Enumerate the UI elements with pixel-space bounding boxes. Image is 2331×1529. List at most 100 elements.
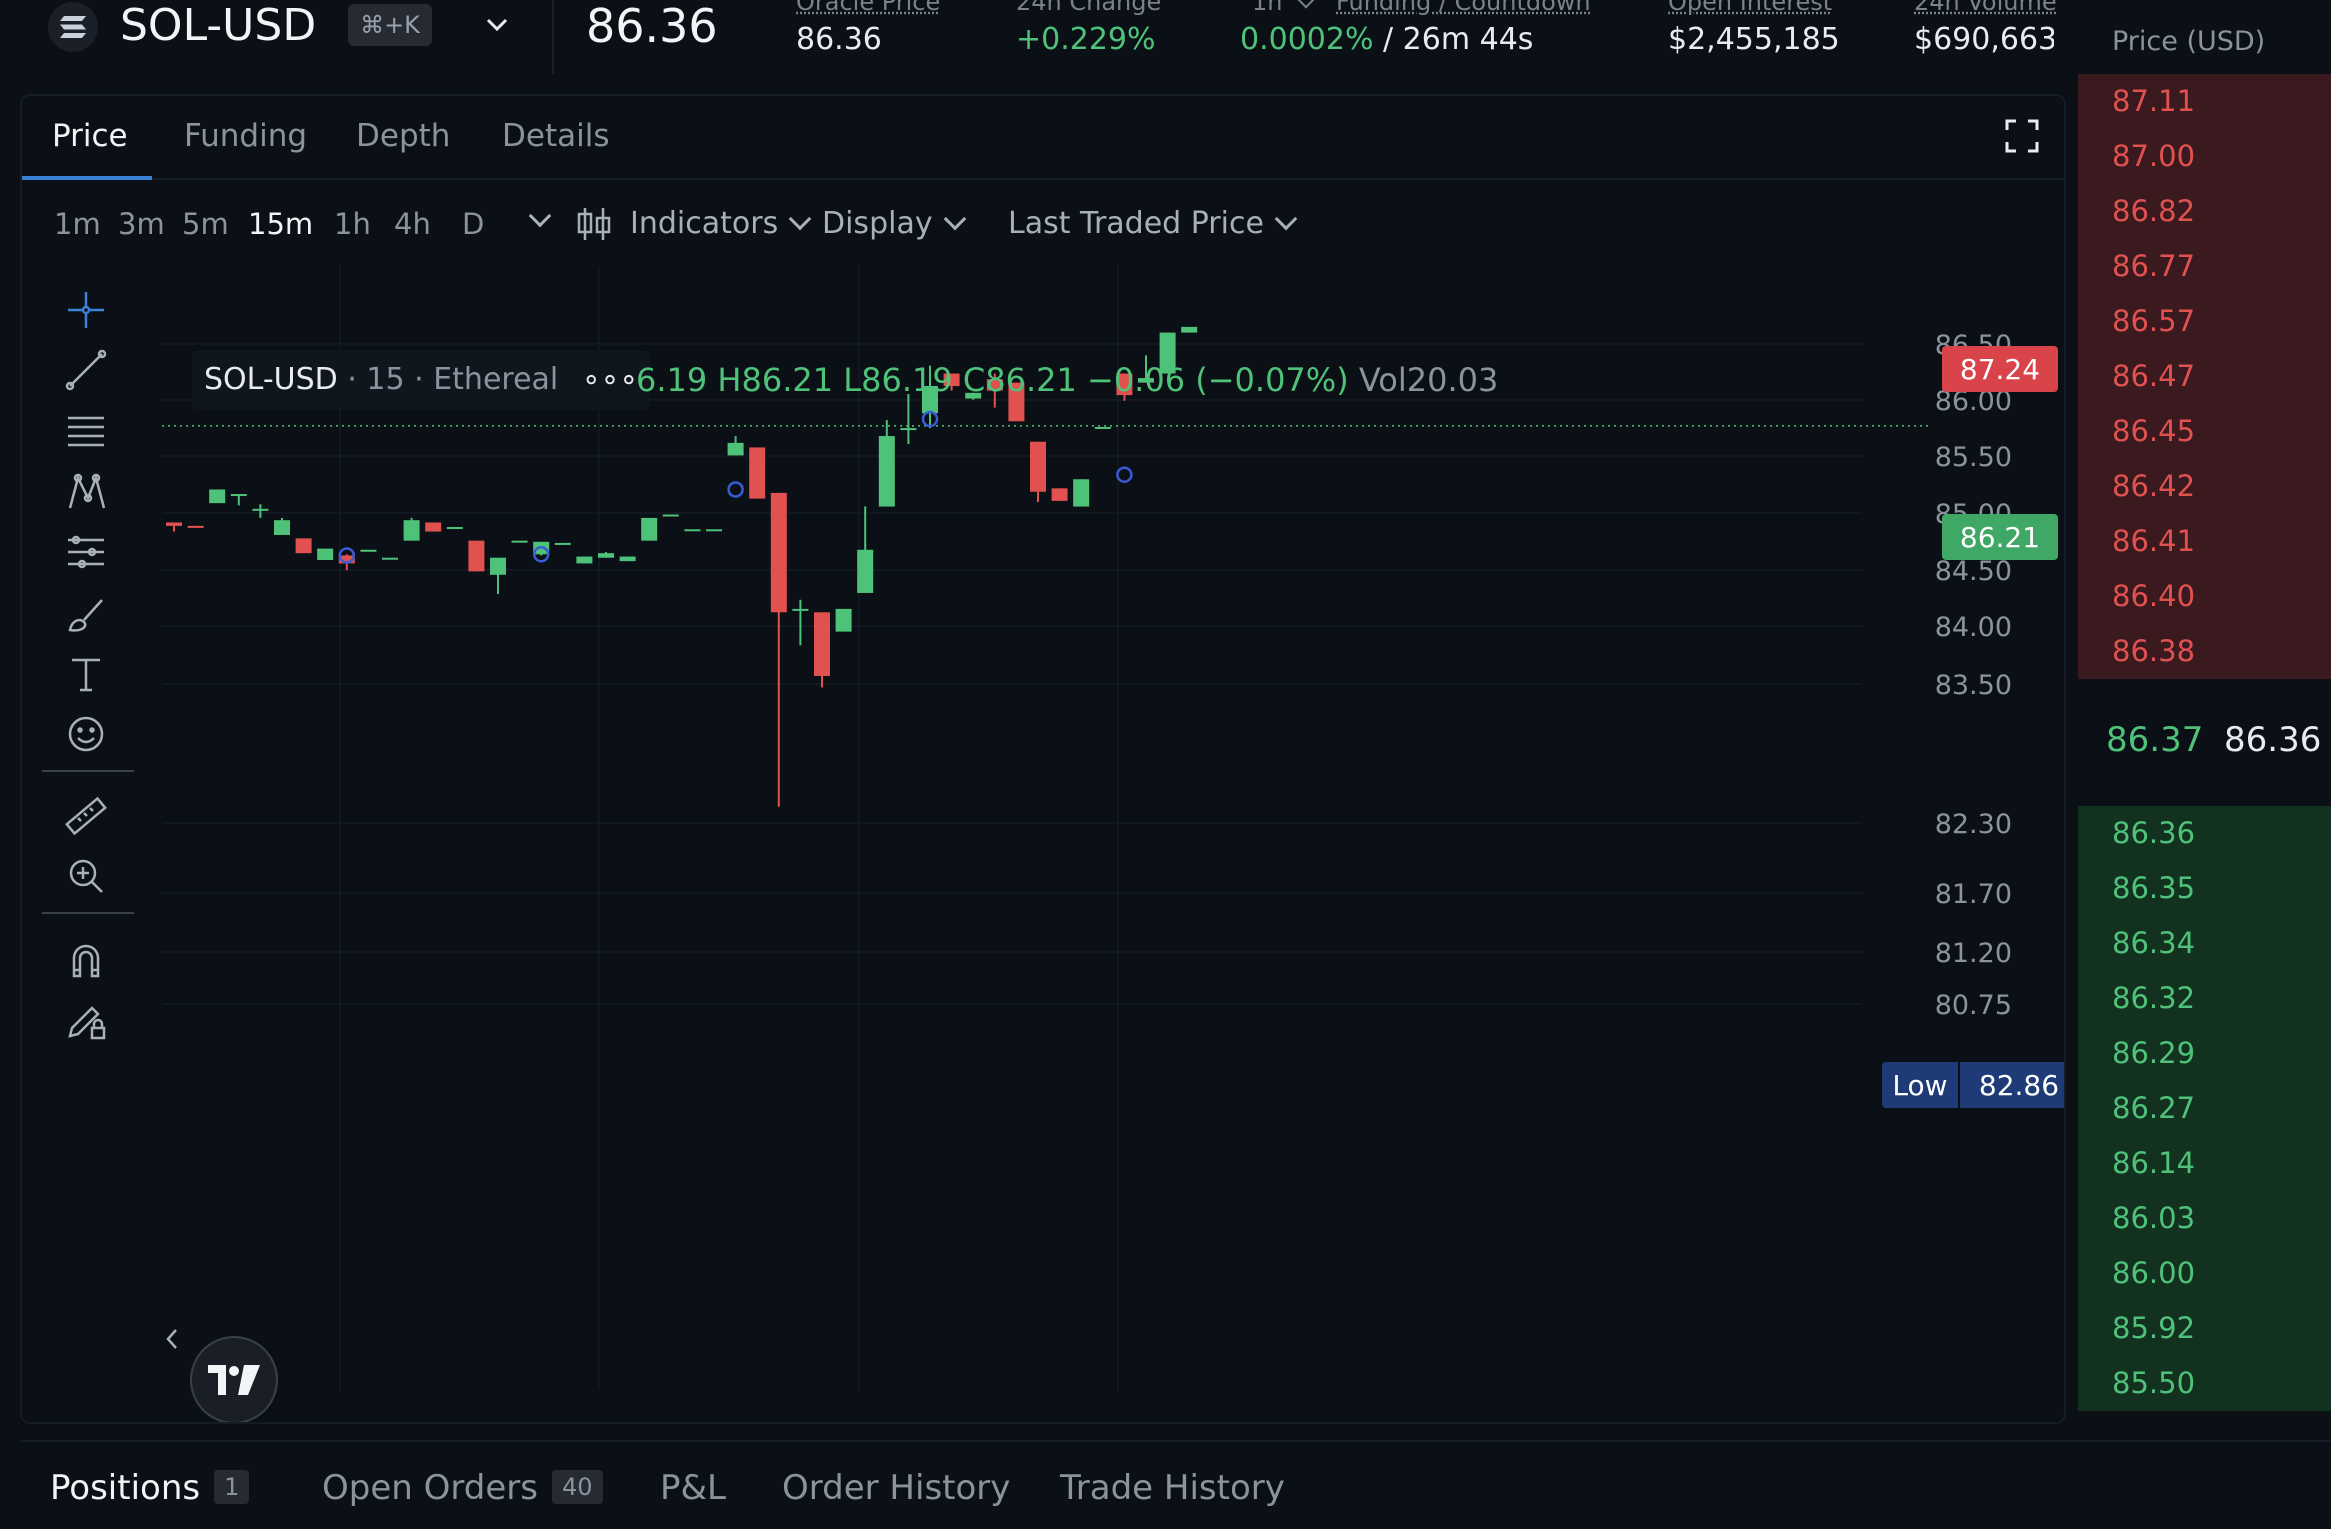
timeframe-1m[interactable]: 1m xyxy=(54,206,101,242)
funding-period-selector[interactable]: 1h xyxy=(1252,0,1315,16)
timeframe-d[interactable]: D xyxy=(462,206,484,242)
bid-row[interactable]: 86.34 xyxy=(2078,916,2331,971)
symbol-legend[interactable]: SOL-USD · 15 · Ethereal ∘∘∘ xyxy=(192,350,651,410)
timeframe-more-chevron-icon[interactable] xyxy=(518,202,552,238)
prediction-icon[interactable] xyxy=(62,528,110,576)
tab-order-history[interactable]: Order History xyxy=(782,1466,1010,1510)
ask-row[interactable]: 86.47 xyxy=(2078,349,2331,404)
chevron-down-icon xyxy=(1297,0,1315,9)
funding-countdown: / 26m 44s xyxy=(1383,22,1534,57)
bid-row[interactable]: 86.14 xyxy=(2078,1136,2331,1191)
price-tick-label: 84.00 xyxy=(1935,612,2012,643)
candle-body xyxy=(598,553,614,558)
bid-row[interactable]: 86.00 xyxy=(2078,1246,2331,1301)
price-tick-label: 85.50 xyxy=(1935,442,2012,473)
ask-row[interactable]: 86.57 xyxy=(2078,294,2331,349)
tab-open-orders[interactable]: Open Orders 40 xyxy=(322,1466,603,1510)
crosshair-icon[interactable] xyxy=(62,286,110,334)
price-chart[interactable]: 86.5086.0085.5085.0084.5084.0083.5082.30… xyxy=(162,266,2066,1424)
candlestick-chart[interactable]: 86.5086.0085.5085.0084.5084.0083.5082.30… xyxy=(162,266,2066,1424)
fullscreen-icon[interactable] xyxy=(2004,118,2040,154)
candle-body xyxy=(641,517,658,541)
display-label: Display xyxy=(822,206,933,241)
candle-body xyxy=(749,447,766,499)
ask-row[interactable]: 86.40 xyxy=(2078,569,2331,624)
timeframe-15m[interactable]: 15m xyxy=(248,206,313,242)
candle-body xyxy=(878,436,895,507)
lock-drawing-icon[interactable] xyxy=(62,996,110,1044)
ask-row[interactable]: 86.77 xyxy=(2078,239,2331,294)
candle-body xyxy=(360,549,377,552)
orderbook-spread: 86.37 86.36 xyxy=(2078,686,2331,804)
zoom-in-icon[interactable] xyxy=(62,852,110,900)
tab-depth[interactable]: Depth xyxy=(356,116,450,156)
indicators-label: Indicators xyxy=(630,206,779,241)
price-axis: 86.5086.0085.5085.0084.5084.0083.5082.30… xyxy=(1935,330,2012,1021)
tradingview-logo-icon[interactable] xyxy=(190,1336,278,1422)
price-source-dropdown[interactable]: Last Traded Price xyxy=(1008,206,1298,242)
timeframe-3m[interactable]: 3m xyxy=(118,206,165,242)
magnet-icon[interactable] xyxy=(62,936,110,984)
tab-details[interactable]: Details xyxy=(502,116,609,156)
bid-row[interactable]: 86.32 xyxy=(2078,971,2331,1026)
display-dropdown[interactable]: Display xyxy=(822,206,966,242)
high-price-tag: 87.24 xyxy=(1942,346,2058,392)
ask-row[interactable]: 87.00 xyxy=(2078,129,2331,184)
tab-positions[interactable]: Positions 1 xyxy=(50,1466,250,1510)
candle-body xyxy=(209,489,226,504)
emoji-icon[interactable] xyxy=(62,710,110,758)
fib-lines-icon[interactable] xyxy=(62,408,110,456)
tab-price[interactable]: Price xyxy=(52,116,128,156)
bid-row[interactable]: 86.36 xyxy=(2078,806,2331,861)
price-tick-label: 83.50 xyxy=(1935,670,2012,701)
change-label: 24h Change xyxy=(1016,0,1162,16)
candle-type-icon[interactable] xyxy=(574,204,614,248)
tab-trade-history[interactable]: Trade History xyxy=(1060,1466,1285,1510)
timeframe-4h[interactable]: 4h xyxy=(394,206,431,242)
low-label: Low xyxy=(1892,1068,1948,1102)
spread-bid-price: 86.37 xyxy=(2106,720,2204,760)
open-interest-label: Open Interest xyxy=(1668,0,1833,16)
price-tick-label: 81.70 xyxy=(1935,879,2012,910)
ask-row[interactable]: 87.11 xyxy=(2078,74,2331,129)
market-selector[interactable]: SOL-USD xyxy=(120,0,316,52)
bid-row[interactable]: 85.92 xyxy=(2078,1301,2331,1356)
candle-body xyxy=(900,428,917,431)
ruler-icon[interactable] xyxy=(62,792,110,840)
tab-pnl[interactable]: P&L xyxy=(660,1466,726,1510)
bid-row[interactable]: 85.50 xyxy=(2078,1356,2331,1411)
timeframe-5m[interactable]: 5m xyxy=(182,206,229,242)
tab-funding[interactable]: Funding xyxy=(184,116,307,156)
volume-value: $690,663 xyxy=(1914,22,2054,57)
bid-row[interactable]: 86.03 xyxy=(2078,1191,2331,1246)
ask-row[interactable]: 86.41 xyxy=(2078,514,2331,569)
bid-row[interactable]: 86.27 xyxy=(2078,1081,2331,1136)
candle-body xyxy=(317,548,334,560)
order-book: Price (USD) 87.11 87.00 86.82 86.77 86.57 86.… xyxy=(2078,0,2331,1424)
more-icon[interactable]: ∘∘∘ xyxy=(582,362,638,397)
bid-row[interactable]: 86.29 xyxy=(2078,1026,2331,1081)
ask-row[interactable]: 86.42 xyxy=(2078,459,2331,514)
funding-label: Funding / Countdown xyxy=(1336,0,1591,16)
ask-row[interactable]: 86.38 xyxy=(2078,624,2331,679)
indicators-dropdown[interactable]: Indicators xyxy=(630,206,812,242)
text-icon[interactable] xyxy=(62,650,110,698)
bid-row[interactable]: 86.35 xyxy=(2078,861,2331,916)
chevron-down-icon[interactable] xyxy=(482,10,512,40)
brush-icon[interactable] xyxy=(62,590,110,638)
pattern-icon[interactable] xyxy=(62,468,110,516)
candle-body xyxy=(252,508,269,511)
trend-line-icon[interactable] xyxy=(62,346,110,394)
ask-row[interactable]: 86.82 xyxy=(2078,184,2331,239)
timeframe-1h[interactable]: 1h xyxy=(334,206,371,242)
orderbook-header: Price (USD) xyxy=(2112,26,2266,57)
positions-label: Positions xyxy=(50,1468,201,1508)
ask-row[interactable]: 86.45 xyxy=(2078,404,2331,459)
legend-high: H86.21 xyxy=(717,361,834,399)
candle-body xyxy=(835,608,852,632)
candle-body xyxy=(403,520,420,541)
price-tick-label: 80.75 xyxy=(1935,990,2012,1021)
collapse-tools-chevron-icon[interactable] xyxy=(162,1324,182,1354)
candle-body xyxy=(662,514,679,517)
chart-grid xyxy=(162,266,1932,1390)
